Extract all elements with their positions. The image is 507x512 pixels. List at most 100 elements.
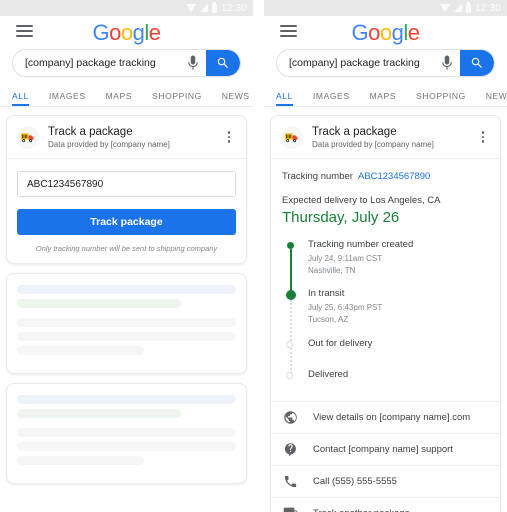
battery-icon <box>465 1 471 13</box>
card-header-text: Track a package Data provided by [compan… <box>312 125 476 149</box>
truck-icon <box>282 505 299 512</box>
skeleton-bar <box>17 428 236 438</box>
tracking-number-label: Tracking number <box>282 171 353 183</box>
timeline-item: In transit July 25, 6:43pm PST Tucson, A… <box>284 288 489 345</box>
delivery-truck-icon <box>16 125 39 149</box>
action-track-another[interactable]: Track another package <box>271 496 500 512</box>
tab-images[interactable]: IMAGES <box>49 91 86 106</box>
action-contact-support[interactable]: Contact [company name] support <box>271 432 500 465</box>
tracking-disclaimer: Only tracking number will be sent to shi… <box>35 244 218 254</box>
skeleton-bar <box>17 456 145 466</box>
timeline-title: Out for delivery <box>308 337 373 349</box>
search-icon <box>471 57 482 68</box>
globe-icon <box>282 410 299 425</box>
skeleton-bar <box>17 285 236 295</box>
skeleton-bar <box>17 318 236 328</box>
search-input[interactable] <box>277 57 438 69</box>
tab-maps[interactable]: MAPS <box>106 91 133 106</box>
timeline-item: Tracking number created July 24, 9:11am … <box>284 239 489 294</box>
microphone-icon[interactable] <box>438 54 456 72</box>
skeleton-bar <box>17 409 182 419</box>
action-label: Track another package <box>313 508 410 512</box>
search-area-right <box>264 49 507 77</box>
more-options-icon[interactable] <box>222 131 236 143</box>
track-package-card: Track a package Data provided by [compan… <box>6 115 247 265</box>
tab-shopping[interactable]: SHOPPING <box>152 91 202 106</box>
hamburger-menu-icon[interactable] <box>16 25 33 37</box>
action-label: Call (555) 555-5555 <box>313 475 397 487</box>
search-button[interactable] <box>206 50 240 76</box>
nav-tabs-right: ALL IMAGES MAPS SHOPPING NEWS <box>264 83 507 107</box>
search-button[interactable] <box>460 50 494 76</box>
google-logo: Google <box>92 19 161 45</box>
signal-icon <box>199 4 208 12</box>
timeline-dot-future-icon <box>286 371 293 379</box>
search-input[interactable] <box>13 57 184 69</box>
timeline-dot-future-icon <box>286 340 293 348</box>
tab-all[interactable]: ALL <box>276 91 293 106</box>
tab-images[interactable]: IMAGES <box>313 91 350 106</box>
nav-tabs-left: ALL IMAGES MAPS SHOPPING NEWS <box>0 83 253 107</box>
card-header: Track a package Data provided by [compan… <box>7 116 246 158</box>
status-bar-left: 12:30 <box>0 0 253 16</box>
timeline-title: Tracking number created <box>308 239 414 251</box>
timeline-item: Delivered <box>284 369 489 389</box>
timeline-meta: July 24, 9:11am CST Nashville, TN <box>308 253 489 276</box>
skeleton-bar <box>17 332 236 342</box>
action-view-details[interactable]: View details on [company name].com <box>271 400 500 433</box>
track-form: Track package Only tracking number will … <box>7 159 246 263</box>
card-title: Track a package <box>48 126 133 138</box>
timeline-location: Tucson, AZ <box>308 314 349 324</box>
skeleton-result-card-1 <box>6 273 247 375</box>
right-panel: 12:30 Google [company] package tracking … <box>264 0 507 512</box>
tracking-number-input[interactable] <box>17 171 236 198</box>
timeline-meta: July 25, 6:43pm PST Tucson, AZ <box>308 302 489 325</box>
search-bar[interactable] <box>276 49 495 77</box>
action-call[interactable]: Call (555) 555-5555 <box>271 464 500 497</box>
screenshot-stage: 12:30 Google [company] package tracking … <box>0 0 507 512</box>
tracking-number-link[interactable]: ABC1234567890 <box>358 171 430 182</box>
left-panel: 12:30 Google [company] package tracking … <box>0 0 253 512</box>
skeleton-result-card-2 <box>6 383 247 485</box>
search-bar[interactable] <box>12 49 241 77</box>
timeline-date: July 25, 6:43pm PST <box>308 303 383 313</box>
card-header: Track a package Data provided by [compan… <box>271 116 500 158</box>
expected-delivery-label: Expected delivery to Los Angeles, CA <box>282 195 441 207</box>
timeline-dot-current-icon <box>285 289 296 300</box>
tracking-details-body: Tracking number ABC1234567890 Expected de… <box>271 159 500 401</box>
skeleton-bar <box>17 395 236 405</box>
card-title: Track a package <box>312 126 397 138</box>
signal-icon <box>453 4 462 12</box>
delivery-truck-icon <box>280 125 303 149</box>
microphone-icon[interactable] <box>184 54 202 72</box>
google-logo: Google <box>351 19 420 45</box>
skeleton-bar <box>17 346 145 356</box>
timeline-dot-done-icon <box>287 242 294 250</box>
action-label: Contact [company name] support <box>313 443 453 455</box>
timeline-item: Out for delivery <box>284 337 489 374</box>
timeline-title: Delivered <box>308 368 349 380</box>
card-subtitle: Data provided by [company name] <box>312 140 434 150</box>
status-time: 12:30 <box>474 2 501 14</box>
hamburger-menu-icon[interactable] <box>280 25 297 37</box>
wifi-icon <box>185 4 196 12</box>
tracking-details-card: Track a package Data provided by [compan… <box>270 115 501 512</box>
tab-maps[interactable]: MAPS <box>370 91 397 106</box>
timeline-connector <box>290 249 292 294</box>
help-question-icon <box>282 442 299 457</box>
action-label: View details on [company name].com <box>313 411 471 423</box>
skeleton-bar <box>17 442 236 452</box>
tab-all[interactable]: ALL <box>12 91 29 106</box>
google-header-right: Google <box>264 16 507 49</box>
timeline-location: Nashville, TN <box>308 265 356 275</box>
search-area-left <box>0 49 253 77</box>
timeline-date: July 24, 9:11am CST <box>308 254 383 264</box>
tab-news[interactable]: NEWS <box>486 91 507 106</box>
tab-shopping[interactable]: SHOPPING <box>416 91 466 106</box>
tracking-number-row: Tracking number ABC1234567890 <box>282 171 489 182</box>
wifi-icon <box>439 4 450 12</box>
track-package-button[interactable]: Track package <box>17 209 236 236</box>
search-icon <box>217 57 228 68</box>
more-options-icon[interactable] <box>476 131 490 143</box>
tab-news[interactable]: NEWS <box>222 91 250 106</box>
